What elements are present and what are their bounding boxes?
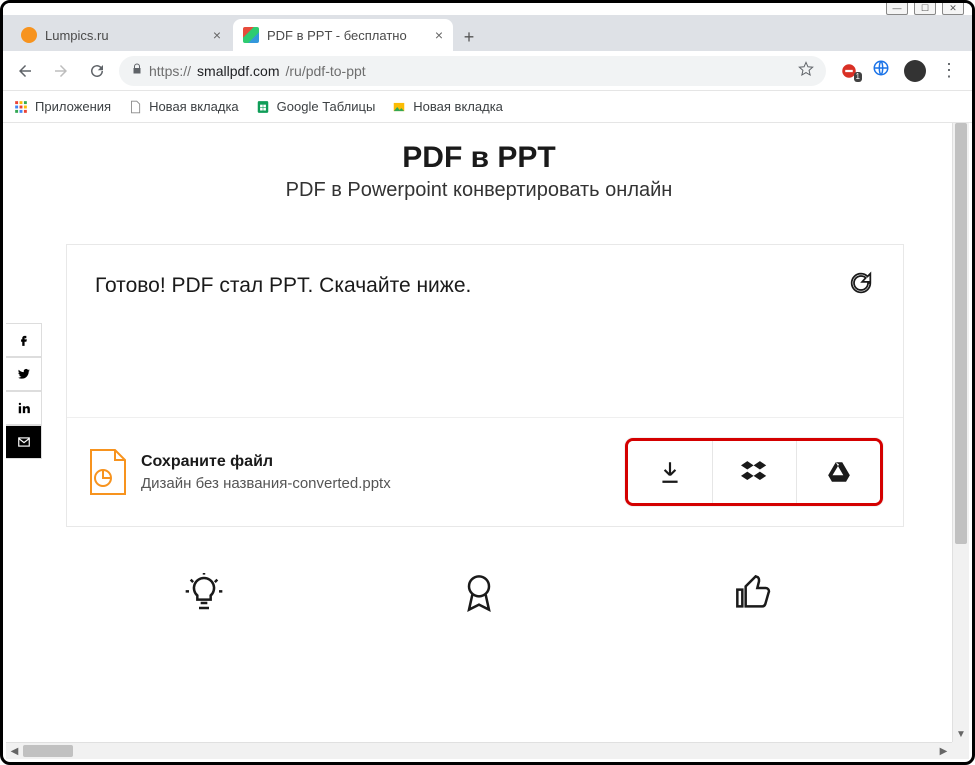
tab-title: PDF в PPT - бесплатно	[267, 28, 407, 43]
url-scheme: https://	[149, 63, 191, 79]
globe-icon	[872, 59, 890, 77]
bookmark-label: Google Таблицы	[277, 99, 376, 114]
scroll-left-arrow-icon: ◀	[6, 743, 23, 759]
scrollbar-thumb[interactable]	[955, 123, 967, 544]
window-close-button[interactable]: ✕	[942, 1, 964, 15]
facebook-icon	[17, 333, 31, 347]
picture-icon	[391, 99, 407, 115]
address-input[interactable]: https:// smallpdf.com/ru/pdf-to-ppt	[119, 56, 826, 86]
dropbox-icon	[741, 458, 769, 486]
window-titlebar: — ☐ ✕	[3, 3, 972, 15]
address-bar: https:// smallpdf.com/ru/pdf-to-ppt 1 ⋮	[3, 51, 972, 91]
bookmark-label: Новая вкладка	[149, 99, 239, 114]
nav-forward-button[interactable]	[47, 57, 75, 85]
restart-button[interactable]	[847, 269, 875, 303]
filename-text: Дизайн без названия-converted.pptx	[141, 475, 391, 492]
bookmark-sheets[interactable]: Google Таблицы	[255, 99, 376, 115]
nav-reload-button[interactable]	[83, 57, 111, 85]
restart-icon	[847, 269, 875, 297]
award-icon	[459, 573, 499, 613]
vertical-scrollbar[interactable]: ▲ ▼	[952, 123, 969, 742]
tab-smallpdf[interactable]: PDF в PPT - бесплатно ×	[233, 19, 453, 51]
page-viewport: PDF в PPT PDF в Powerpoint конвертироват…	[6, 123, 969, 759]
page-content: PDF в PPT PDF в Powerpoint конвертироват…	[6, 123, 952, 742]
bookmark-label: Новая вкладка	[413, 99, 503, 114]
download-icon	[657, 459, 683, 485]
tab-close-icon[interactable]: ×	[435, 27, 443, 43]
bookmarks-bar: Приложения Новая вкладка Google Таблицы …	[3, 91, 972, 123]
extension-adblock-button[interactable]: 1	[840, 62, 858, 80]
save-google-drive-button[interactable]	[796, 441, 880, 503]
download-button[interactable]	[628, 441, 712, 503]
scroll-down-arrow-icon: ▼	[953, 729, 969, 740]
tab-bar: Lumpics.ru × PDF в PPT - бесплатно × +	[3, 15, 972, 51]
save-heading: Сохраните файл	[141, 453, 391, 471]
ppt-file-icon	[87, 448, 127, 496]
nav-back-button[interactable]	[11, 57, 39, 85]
extension-globe-button[interactable]	[872, 59, 890, 82]
feature-icons-row	[66, 573, 892, 613]
extension-badge: 1	[854, 72, 862, 82]
url-path: /ru/pdf-to-ppt	[286, 63, 366, 79]
share-twitter-button[interactable]	[6, 357, 42, 391]
share-rail	[6, 323, 42, 459]
arrow-left-icon	[16, 62, 34, 80]
lock-icon	[131, 63, 143, 78]
save-targets-highlight	[625, 438, 883, 506]
thumbs-up-icon	[734, 573, 774, 613]
email-icon	[17, 435, 31, 449]
tab-close-icon[interactable]: ×	[213, 27, 221, 43]
tab-title: Lumpics.ru	[45, 28, 109, 43]
browser-menu-button[interactable]: ⋮	[940, 60, 958, 81]
file-result-row: Сохраните файл Дизайн без названия-conve…	[67, 417, 903, 526]
browser-window: — ☐ ✕ Lumpics.ru × PDF в PPT - бесплатно…	[0, 0, 975, 765]
arrow-right-icon	[52, 62, 70, 80]
conversion-panel: Готово! PDF стал PPT. Скачайте ниже. Сох…	[66, 244, 904, 527]
apps-grid-icon	[13, 99, 29, 115]
lightbulb-icon	[184, 573, 224, 613]
bookmark-apps[interactable]: Приложения	[13, 99, 111, 115]
status-text: Готово! PDF стал PPT. Скачайте ниже.	[95, 274, 471, 298]
scrollbar-thumb[interactable]	[23, 745, 73, 757]
url-host: smallpdf.com	[197, 63, 279, 79]
linkedin-icon	[17, 401, 31, 415]
google-drive-icon	[826, 459, 852, 485]
bookmark-newtab-2[interactable]: Новая вкладка	[391, 99, 503, 115]
scroll-right-arrow-icon: ▶	[935, 743, 952, 759]
bookmark-newtab-1[interactable]: Новая вкладка	[127, 99, 239, 115]
bookmark-label: Приложения	[35, 99, 111, 114]
twitter-icon	[17, 367, 31, 381]
bookmark-star-icon[interactable]	[798, 61, 814, 80]
sheets-icon	[255, 99, 271, 115]
page-subtitle: PDF в Powerpoint конвертировать онлайн	[6, 179, 952, 202]
window-minimize-button[interactable]: —	[886, 1, 908, 15]
tab-lumpics[interactable]: Lumpics.ru ×	[11, 19, 231, 51]
save-dropbox-button[interactable]	[712, 441, 796, 503]
page-icon	[127, 99, 143, 115]
share-linkedin-button[interactable]	[6, 391, 42, 425]
favicon-smallpdf-icon	[243, 27, 259, 43]
profile-avatar-button[interactable]	[904, 60, 926, 82]
new-tab-button[interactable]: +	[455, 23, 483, 51]
favicon-lumpics-icon	[21, 27, 37, 43]
share-facebook-button[interactable]	[6, 323, 42, 357]
scroll-corner	[952, 742, 969, 759]
horizontal-scrollbar[interactable]: ◀ ▶	[6, 742, 952, 759]
page-title: PDF в PPT	[6, 141, 952, 175]
reload-icon	[88, 62, 106, 80]
share-email-button[interactable]	[6, 425, 42, 459]
window-maximize-button[interactable]: ☐	[914, 1, 936, 15]
